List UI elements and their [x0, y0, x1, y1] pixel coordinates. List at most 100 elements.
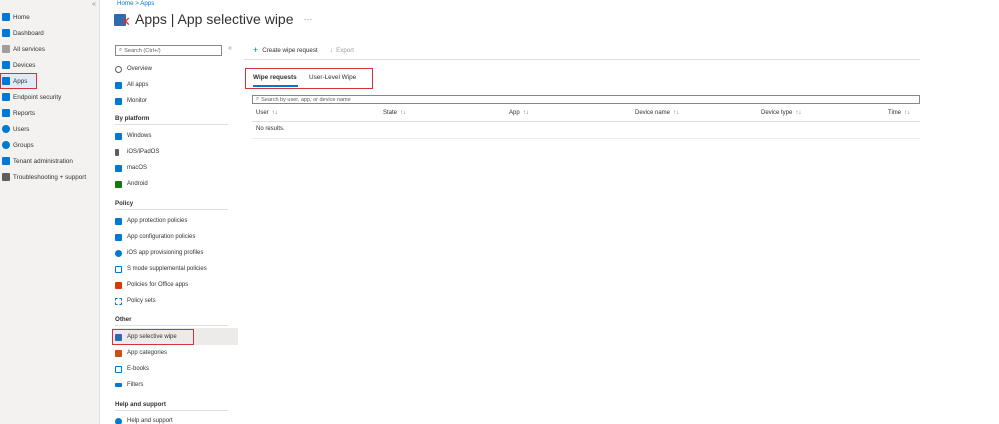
nav-item-groups[interactable]: Groups	[0, 138, 34, 152]
menu-item-label: macOS	[127, 165, 148, 171]
menu-item-label: App selective wipe	[127, 334, 177, 340]
menu-item-windows[interactable]: Windows	[115, 129, 151, 143]
menu-heading-policy: Policy	[115, 200, 134, 207]
menu-item-label: Overview	[127, 66, 153, 72]
protection-icon	[115, 217, 122, 225]
menu-item-help-and-support[interactable]: Help and support	[115, 414, 173, 424]
column-header-state[interactable]: State ↑↓	[383, 110, 406, 116]
menu-item-monitor[interactable]: Monitor	[115, 94, 147, 108]
menu-item-label: Policy sets	[127, 298, 156, 304]
windows-icon	[115, 132, 122, 140]
android-icon	[115, 180, 122, 188]
menu-item-label: iOS/iPadOS	[127, 149, 160, 155]
menu-collapse-button[interactable]: «	[228, 45, 232, 52]
nav-item-all-services[interactable]: All services	[0, 42, 45, 56]
nav-item-label: All services	[13, 45, 45, 53]
menu-item-policy-sets[interactable]: Policy sets	[115, 294, 156, 308]
help-icon	[115, 417, 122, 424]
provisioning-icon	[115, 249, 122, 257]
divider	[252, 138, 920, 139]
export-button[interactable]: ↓ Export	[330, 47, 354, 54]
app-wipe-icon: ✕	[114, 12, 131, 28]
menu-item-label: All apps	[127, 82, 149, 88]
create-wipe-request-button[interactable]: + Create wipe request	[253, 45, 318, 55]
nav-item-devices[interactable]: Devices	[0, 58, 35, 72]
menu-heading-help-and-support: Help and support	[115, 401, 166, 408]
nav-item-troubleshooting[interactable]: Troubleshooting + support	[0, 170, 86, 184]
nav-item-reports[interactable]: Reports	[0, 106, 35, 120]
menu-heading-other: Other	[115, 316, 132, 323]
nav-collapse-button[interactable]: «	[92, 1, 96, 8]
home-icon	[2, 13, 10, 21]
menu-item-e-books[interactable]: E-books	[115, 362, 149, 376]
menu-item-android[interactable]: Android	[115, 177, 148, 191]
nav-item-label: Reports	[13, 109, 36, 117]
nav-item-label: Home	[13, 13, 30, 21]
divider	[252, 121, 920, 122]
nav-item-users[interactable]: Users	[0, 122, 29, 136]
shield-icon	[2, 93, 10, 101]
active-tab-indicator	[253, 85, 298, 87]
divider	[115, 124, 228, 125]
ebook-icon	[115, 365, 122, 373]
menu-item-overview[interactable]: Overview	[115, 62, 152, 76]
nav-item-label: Apps	[13, 77, 28, 85]
divider	[115, 209, 228, 210]
menu-item-app-configuration-policies[interactable]: App configuration policies	[115, 230, 195, 244]
menu-search-input[interactable]: ⌕ Search (Ctrl+/)	[115, 45, 222, 56]
sort-icon: ↑↓	[400, 110, 407, 116]
column-header-user[interactable]: User ↑↓	[256, 110, 278, 116]
create-wipe-request-label: Create wipe request	[262, 46, 318, 54]
grid-search-input[interactable]: ⌕ Search by user, app, or device name	[252, 95, 920, 104]
user-icon	[2, 125, 10, 133]
column-label: User	[256, 110, 269, 116]
download-icon: ↓	[329, 46, 334, 54]
menu-item-all-apps[interactable]: All apps	[115, 78, 148, 92]
tab-user-level-wipe[interactable]: User-Level Wipe	[309, 74, 356, 81]
wipe-icon	[115, 333, 122, 341]
menu-item-label: iOS app provisioning profiles	[127, 250, 204, 256]
column-header-device-type[interactable]: Device type ↑↓	[761, 110, 801, 116]
nav-item-dashboard[interactable]: Dashboard	[0, 26, 44, 40]
menu-item-label: Monitor	[127, 98, 148, 104]
menu-item-macos[interactable]: macOS	[115, 161, 147, 175]
column-label: Device type	[761, 110, 793, 116]
nav-item-tenant-administration[interactable]: Tenant administration	[0, 154, 73, 168]
column-header-app[interactable]: App ↑↓	[509, 110, 529, 116]
menu-item-ios-app-provisioning-profiles[interactable]: iOS app provisioning profiles	[115, 246, 203, 260]
monitor-icon	[115, 97, 122, 105]
nav-item-label: Devices	[13, 61, 36, 69]
divider	[115, 410, 228, 411]
more-options-button[interactable]: ···	[304, 14, 313, 24]
tenant-icon	[2, 157, 10, 165]
menu-item-app-categories[interactable]: App categories	[115, 346, 167, 360]
column-header-time[interactable]: Time ↑↓	[888, 110, 910, 116]
info-icon	[115, 65, 122, 73]
menu-item-app-selective-wipe[interactable]: App selective wipe	[115, 330, 177, 344]
divider	[244, 59, 920, 60]
phone-icon	[115, 148, 119, 156]
menu-item-filters[interactable]: Filters	[115, 378, 143, 392]
categories-icon	[115, 349, 122, 357]
menu-item-policies-for-office-apps[interactable]: Policies for Office apps	[115, 278, 188, 292]
column-label: State	[383, 110, 398, 116]
menu-item-s-mode-supplemental-policies[interactable]: S mode supplemental policies	[115, 262, 207, 276]
sort-icon: ↑↓	[271, 110, 278, 116]
breadcrumb[interactable]: Home > Apps	[117, 0, 154, 7]
column-header-device-name[interactable]: Device name ↑↓	[635, 110, 679, 116]
smode-icon	[115, 265, 122, 273]
plus-icon: +	[253, 45, 259, 55]
nav-item-label: Groups	[13, 141, 34, 149]
search-icon: ⌕	[119, 47, 123, 53]
tab-wipe-requests[interactable]: Wipe requests	[253, 74, 297, 81]
column-label: Time	[888, 110, 902, 116]
nav-item-apps[interactable]: Apps	[0, 73, 37, 89]
nav-item-home[interactable]: Home	[0, 10, 30, 24]
reports-icon	[2, 109, 10, 117]
grid-search-placeholder: Search by user, app, or device name	[261, 96, 351, 103]
nav-item-endpoint-security[interactable]: Endpoint security	[0, 90, 61, 104]
nav-item-label: Dashboard	[13, 29, 44, 37]
menu-item-app-protection-policies[interactable]: App protection policies	[115, 214, 187, 228]
menu-item-ios-ipados[interactable]: iOS/iPadOS	[115, 145, 159, 159]
menu-item-label: Help and support	[127, 418, 173, 424]
